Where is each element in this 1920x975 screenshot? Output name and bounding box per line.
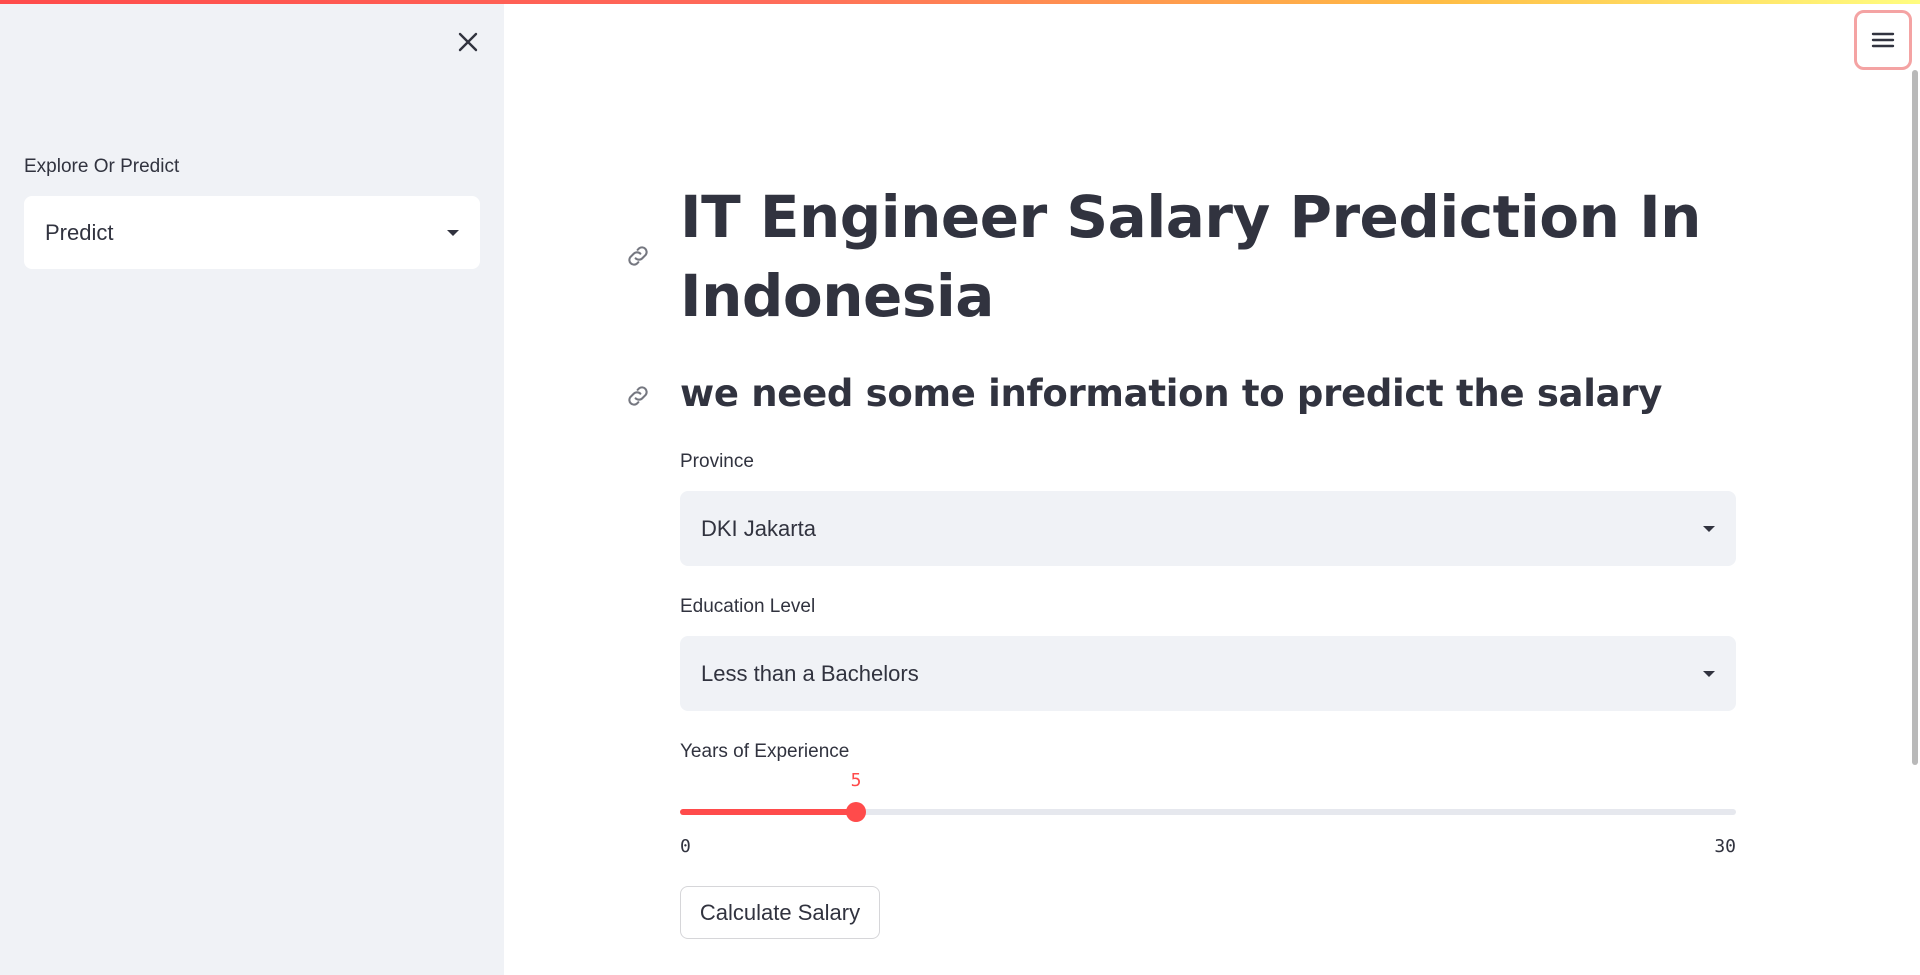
sidebar: Explore Or Predict Predict [0,0,504,975]
explore-or-predict-label: Explore Or Predict [24,156,180,177]
chevron-down-icon [447,229,459,236]
hamburger-menu-icon [1871,32,1895,48]
page-title: IT Engineer Salary Prediction In Indones… [680,183,1701,330]
experience-slider-max: 30 [1714,836,1736,857]
education-level-label: Education Level [680,596,816,617]
chevron-down-icon [1703,670,1715,677]
main-content [504,0,1920,975]
experience-slider-thumb[interactable] [846,802,866,822]
explore-or-predict-value: Predict [45,219,114,245]
scrollbar[interactable] [1912,70,1918,765]
experience-slider-min: 0 [680,836,691,857]
top-decoration-bar [0,0,1920,4]
explore-or-predict-select[interactable]: Predict [24,196,480,269]
chevron-down-icon [1703,525,1715,532]
experience-slider-value: 5 [850,770,862,791]
years-of-experience-label: Years of Experience [680,741,850,762]
main-menu-button[interactable] [1854,10,1912,70]
province-label: Province [680,451,754,472]
close-icon [458,32,478,52]
education-level-select[interactable]: Less than a Bachelors [680,636,1736,711]
experience-slider[interactable]: 5 [680,770,1736,822]
experience-slider-fill [680,809,856,815]
close-sidebar-button[interactable] [450,24,486,60]
province-select[interactable]: DKI Jakarta [680,491,1736,566]
subtitle-link-icon[interactable] [624,382,652,410]
page-subtitle: we need some information to predict the … [680,372,1663,415]
calculate-salary-button[interactable]: Calculate Salary [680,886,880,939]
education-level-value: Less than a Bachelors [701,660,919,686]
province-value: DKI Jakarta [701,515,816,541]
title-link-icon[interactable] [624,242,652,270]
